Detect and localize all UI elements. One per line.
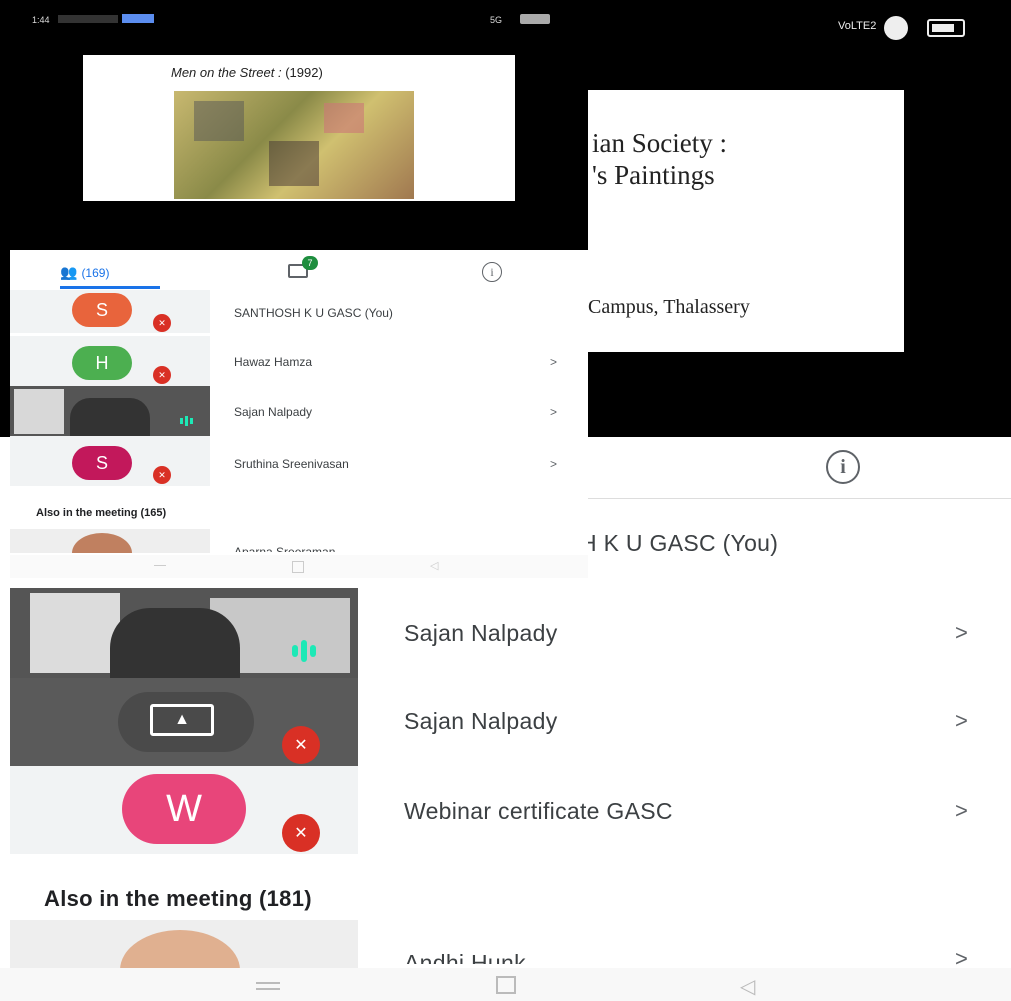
participant-name[interactable]: Sajan Nalpady xyxy=(404,708,558,735)
presentation-slide: ian Society : 's Paintings Campus, Thala… xyxy=(588,90,904,352)
people-icon: 👥 xyxy=(60,264,78,280)
slide-title-line2: 's Paintings xyxy=(592,160,715,190)
also-in-meeting-header: Also in the meeting (181) xyxy=(44,886,312,911)
mic-off-icon: ✕ xyxy=(153,466,171,484)
participant-video-tile xyxy=(10,588,358,678)
tab-chat[interactable]: 7 xyxy=(288,256,318,278)
battery-icon xyxy=(520,14,550,24)
people-count: (169) xyxy=(81,265,110,280)
slide-caption: Men on the Street : (1992) xyxy=(171,65,323,80)
participant-photo-tile xyxy=(10,920,358,970)
window-light xyxy=(30,593,120,673)
status-right: 5G xyxy=(490,15,503,25)
window-light xyxy=(14,389,64,434)
home-icon[interactable] xyxy=(496,976,516,994)
network-indicator: VoLTE2 xyxy=(838,20,877,32)
participant-name[interactable]: Hawaz Hamza xyxy=(234,355,312,369)
participant-name: SANTHOSH K U GASC (You) xyxy=(234,306,393,320)
painting-figure xyxy=(194,101,244,141)
navigation-bar: ◁ xyxy=(0,968,1011,1001)
presentation-slide: Men on the Street : (1992) xyxy=(83,55,515,201)
navigation-bar: ◁ xyxy=(10,555,588,578)
participant-name[interactable]: Sajan Nalpady xyxy=(404,620,558,647)
front-presentation-area: 1:44 5G Men on the Street : (1992) xyxy=(10,5,588,250)
mic-off-icon: ✕ xyxy=(282,726,320,764)
back-icon[interactable]: ◁ xyxy=(430,559,438,572)
menu-icon[interactable] xyxy=(256,982,280,984)
slide-title-line1: ian Society : xyxy=(592,128,727,158)
participant-name[interactable]: Andhi Hunk xyxy=(404,950,526,964)
participant-name[interactable]: Sruthina Sreenivasan xyxy=(234,457,349,471)
participant-avatar-tile: S ✕ xyxy=(10,436,210,486)
participant-avatar-tile: W ✕ xyxy=(10,766,358,854)
mic-off-icon: ✕ xyxy=(282,814,320,852)
participant-name[interactable]: Webinar certificate GASC xyxy=(404,798,673,825)
chevron-right-icon[interactable]: > xyxy=(550,355,557,369)
tab-bar: 👥 (169) 7 i xyxy=(10,250,588,290)
chevron-right-icon[interactable]: > xyxy=(955,946,968,966)
avatar: H xyxy=(72,346,132,380)
avatar: S xyxy=(72,446,132,480)
avatar xyxy=(72,533,132,553)
painting-image xyxy=(174,91,414,199)
signal-indicators xyxy=(58,15,118,23)
chat-badge: 7 xyxy=(302,256,318,270)
painting-figure xyxy=(269,141,319,186)
tab-divider xyxy=(588,498,1011,499)
chevron-right-icon[interactable]: > xyxy=(550,457,557,471)
chevron-right-icon[interactable]: > xyxy=(955,798,968,824)
avatar xyxy=(120,930,240,970)
person-silhouette xyxy=(110,608,240,678)
participant-name: H K U GASC (You) xyxy=(580,530,779,556)
audio-level-icon xyxy=(180,416,193,426)
participant-avatar-tile: H ✕ xyxy=(10,336,210,386)
painting-figure xyxy=(324,103,364,133)
participant-avatar-tile: S ✕ xyxy=(10,290,210,333)
present-screen-icon: ▲ xyxy=(150,704,214,736)
mic-off-icon: ✕ xyxy=(153,314,171,332)
tab-people[interactable]: 👥 (169) xyxy=(60,264,109,281)
avatar: S xyxy=(72,293,132,327)
info-icon[interactable]: i xyxy=(482,262,502,282)
status-time: 1:44 xyxy=(32,15,50,25)
chevron-right-icon[interactable]: > xyxy=(955,708,968,734)
participant-name[interactable]: Aparna Sreeraman xyxy=(234,545,335,552)
slide-subtitle: Campus, Thalassery xyxy=(588,296,750,318)
home-icon[interactable] xyxy=(292,561,304,573)
audio-level-icon xyxy=(292,640,316,662)
battery-icon xyxy=(927,19,965,37)
menu-icon[interactable] xyxy=(154,565,166,566)
person-silhouette xyxy=(70,398,150,436)
participant-video-tile xyxy=(10,386,210,436)
participant-name[interactable]: Sajan Nalpady xyxy=(234,405,312,419)
tab-indicator xyxy=(60,286,160,289)
chevron-right-icon[interactable]: > xyxy=(955,620,968,646)
avatar: W xyxy=(122,774,246,844)
also-in-meeting-header: Also in the meeting (165) xyxy=(36,507,167,519)
chevron-right-icon[interactable]: > xyxy=(550,405,557,419)
alarm-icon xyxy=(884,16,908,40)
mic-off-icon: ✕ xyxy=(153,366,171,384)
screen-share-tile: ▲ ✕ xyxy=(10,678,358,766)
info-icon[interactable]: i xyxy=(826,450,860,484)
participant-photo-tile xyxy=(10,529,210,553)
back-icon[interactable]: ◁ xyxy=(740,974,755,999)
front-screenshot: 1:44 5G Men on the Street : (1992) 👥 (16… xyxy=(10,5,588,578)
notification-icons xyxy=(122,14,154,23)
